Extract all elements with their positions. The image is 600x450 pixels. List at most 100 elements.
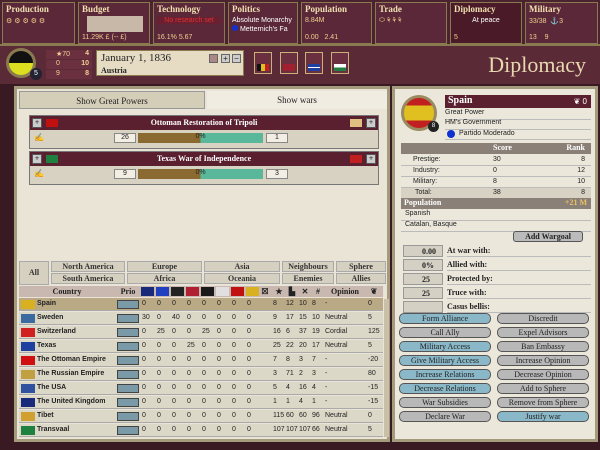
header-opinion[interactable]: Opinion (325, 286, 365, 297)
table-row[interactable]: The USA 0 0 0 0 0 0 0 0 5 4 16 4 - -15 (19, 382, 383, 395)
priority-selector[interactable] (117, 328, 139, 337)
speed-down-button[interactable]: − (232, 54, 241, 63)
trade-panel[interactable]: Trade ⬭ ⚘ ⚘ ⚘ (375, 2, 447, 44)
country-military: 4 (299, 398, 303, 405)
pause-button[interactable] (209, 54, 218, 63)
priority-selector[interactable] (117, 398, 139, 407)
priority-selector[interactable] (117, 384, 139, 393)
alert-button-2[interactable] (280, 52, 298, 74)
header-infamy-icon[interactable]: ☒ (259, 286, 271, 297)
table-row[interactable]: The Ottoman Empire 0 0 0 0 0 0 0 0 7 8 3 7 - -20 (19, 354, 383, 367)
tab-show-wars[interactable]: Show wars (207, 91, 387, 109)
great-power-flag-7[interactable] (246, 287, 259, 296)
remove-from-sphere-button[interactable]: Remove from Sphere (497, 397, 589, 408)
great-power-flag-1[interactable] (156, 287, 169, 296)
justify-war-button[interactable]: Justify war (497, 411, 589, 422)
table-row[interactable]: Sweden 30 0 40 0 0 0 0 0 9 17 15 10 Neutral 5 (19, 312, 383, 325)
gp-influence: 0 (157, 314, 161, 321)
decrease-opinion-button[interactable]: Decrease Opinion (497, 369, 589, 380)
priority-selector[interactable] (117, 426, 139, 435)
great-power-flag-2[interactable] (171, 287, 184, 296)
filter-neighbours[interactable]: Neighbours (282, 261, 334, 272)
add-defender-button[interactable]: + (366, 154, 376, 164)
decrease-relations-button[interactable]: Decrease Relations (399, 383, 491, 394)
filter-north-america[interactable]: North America (51, 261, 125, 272)
ban-embassy-button[interactable]: Ban Embassy (497, 341, 589, 352)
add-attacker-button[interactable]: + (32, 118, 42, 128)
great-power-flag-6[interactable] (231, 287, 244, 296)
military-panel[interactable]: Military 33/38 ⚓3 13 9 (525, 2, 598, 44)
header-country[interactable]: Country (19, 286, 115, 297)
great-power-flag-3[interactable] (186, 287, 199, 296)
diplomacy-panel[interactable]: Diplomacy At peace 5 (450, 2, 522, 44)
filter-enemies[interactable]: Enemies (282, 273, 334, 284)
priority-selector[interactable] (117, 370, 139, 379)
tab-show-great-powers[interactable]: Show Great Powers (19, 91, 205, 109)
table-row[interactable]: Texas 0 0 0 25 0 0 0 0 25 22 20 17 Neutral 5 (19, 340, 383, 353)
table-row[interactable]: The Russian Empire 0 0 0 0 0 0 0 0 3 71 2 3 - 80 (19, 368, 383, 381)
priority-selector[interactable] (117, 356, 139, 365)
add-defender-button[interactable]: + (366, 118, 376, 128)
header-military-icon[interactable]: ✕ (299, 286, 311, 297)
discredit-button[interactable]: Discredit (497, 313, 589, 324)
speed-up-button[interactable]: + (221, 54, 230, 63)
add-wargoal-button[interactable]: Add Wargoal (513, 231, 583, 242)
filter-south-america[interactable]: South America (51, 273, 125, 284)
filter-africa[interactable]: Africa (127, 273, 202, 284)
table-row[interactable]: The United Kingdom 0 0 0 0 0 0 0 0 1 1 4 1 - -15 (19, 396, 383, 409)
technology-panel[interactable]: Technology No research set 16.1% 5.67 (153, 2, 225, 44)
header-rank-icon[interactable]: # (312, 286, 324, 297)
peace-status: At peace (472, 17, 500, 24)
prestige-stat: ★70 4 (46, 50, 92, 59)
header-industry-icon[interactable]: ▙ (286, 286, 298, 297)
add-attacker-button[interactable]: + (32, 154, 42, 164)
politics-panel[interactable]: Politics Absolute Monarchy Metternich's F… (228, 2, 298, 44)
form-alliance-button[interactable]: Form Alliance (399, 313, 491, 324)
alert-button-4[interactable] (331, 52, 349, 74)
gp-influence: 0 (157, 384, 161, 391)
war-subsidies-button[interactable]: War Subsidies (399, 397, 491, 408)
table-row[interactable]: Tibet 0 0 0 0 0 0 0 0 115 60 60 96 Neutral 0 (19, 410, 383, 423)
country-influence: 125 (368, 328, 380, 335)
declare-war-button[interactable]: Declare War (399, 411, 491, 422)
great-power-flag-0[interactable] (141, 287, 154, 296)
priority-selector[interactable] (117, 300, 139, 309)
country-military: 2 (299, 370, 303, 377)
alert-button-belgium[interactable] (254, 52, 272, 74)
filter-oceania[interactable]: Oceania (204, 273, 280, 284)
table-row[interactable]: Switzerland 0 25 0 0 25 0 0 0 16 6 37 19 Cordial 125 (19, 326, 383, 339)
budget-panel[interactable]: Budget 11.29K £ (-- £) (78, 2, 150, 44)
give-military-access-button[interactable]: Give Military Access (399, 355, 491, 366)
alert-button-3[interactable] (305, 52, 323, 74)
increase-opinion-button[interactable]: Increase Opinion (497, 355, 589, 366)
gp-influence: 0 (217, 398, 221, 405)
filter-all[interactable]: All (19, 261, 49, 285)
gp-influence: 0 (172, 300, 176, 307)
gp-influence: 0 (157, 356, 161, 363)
gp-influence: 0 (217, 370, 221, 377)
priority-selector[interactable] (117, 412, 139, 421)
military-access-button[interactable]: Military Access (399, 341, 491, 352)
filter-allies[interactable]: Allies (336, 273, 386, 284)
increase-relations-button[interactable]: Increase Relations (399, 369, 491, 380)
filter-sphere[interactable]: Sphere (336, 261, 386, 272)
table-row[interactable]: Spain 0 0 0 0 0 0 0 0 8 12 10 8 - 0 (19, 298, 383, 311)
header-prestige-icon[interactable]: ★ (273, 286, 285, 297)
header-prio[interactable]: Prio (117, 286, 139, 297)
table-scrollbar[interactable] (384, 299, 389, 437)
filter-europe[interactable]: Europe (127, 261, 202, 272)
priority-selector[interactable] (117, 342, 139, 351)
great-power-flag-5[interactable] (216, 287, 229, 296)
production-panel[interactable]: Production ⚙ ⚙ ⚙ ⚙ ⚙ (2, 2, 75, 44)
header-influence-icon[interactable]: ❦ (367, 286, 381, 297)
add-to-sphere-button[interactable]: Add to Sphere (497, 383, 589, 394)
filter-asia[interactable]: Asia (204, 261, 280, 272)
table-row[interactable]: Transvaal 0 0 0 0 0 0 0 0 107 107 107 66 Neutral 5 (19, 424, 383, 437)
war-entry: + Texas War of Independence + ✍ 9 0% 3 (29, 151, 379, 185)
country-military: 16 (299, 384, 307, 391)
call-ally-button[interactable]: Call Ally (399, 327, 491, 338)
expel-advisors-button[interactable]: Expel Advisors (497, 327, 589, 338)
priority-selector[interactable] (117, 314, 139, 323)
great-power-flag-4[interactable] (201, 287, 214, 296)
population-panel[interactable]: Population 8.84M 0.00 2.41 (301, 2, 372, 44)
